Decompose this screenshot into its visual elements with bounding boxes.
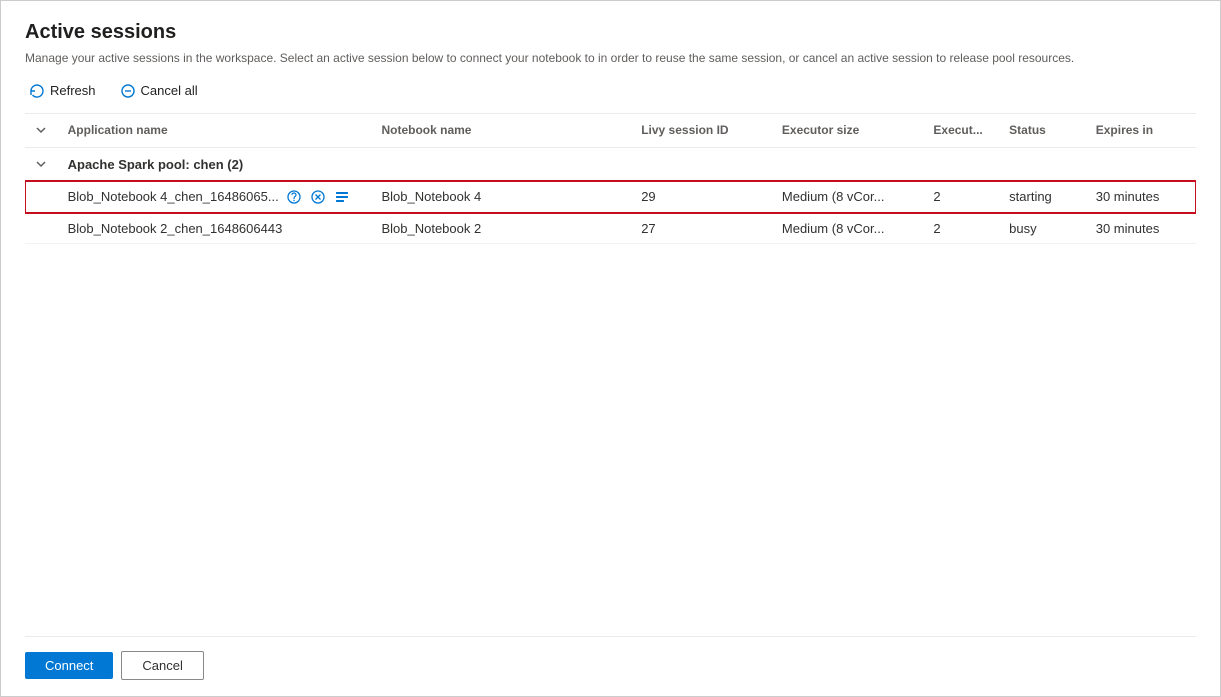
chevron-down-icon: [35, 158, 47, 170]
row1-appname: Blob_Notebook 4_chen_16486065...: [68, 189, 279, 204]
row1-livy: 29: [633, 181, 774, 214]
header-chevron-icon[interactable]: [33, 122, 49, 138]
row2-livy: 27: [633, 213, 774, 243]
row2-executor-size: Medium (8 vCor...: [774, 213, 926, 243]
group-row: Apache Spark pool: chen (2): [25, 147, 1196, 181]
refresh-label: Refresh: [50, 83, 96, 98]
col-header-status: Status: [1001, 114, 1088, 148]
row1-executor-count: 2: [925, 181, 1001, 214]
col-header-executor-size: Executor size: [774, 114, 926, 148]
col-header-appname: Application name: [60, 114, 374, 148]
dialog-title: Active sessions: [25, 21, 1196, 44]
details-icon-svg: [334, 189, 350, 205]
table-row[interactable]: Blob_Notebook 4_chen_16486065...: [25, 181, 1196, 214]
row1-appname-cell: Blob_Notebook 4_chen_16486065...: [60, 181, 374, 214]
row1-chevron-cell: [25, 181, 60, 214]
row2-expires: 30 minutes: [1088, 213, 1196, 243]
row2-chevron-cell: [25, 213, 60, 243]
group-chevron-icon[interactable]: [33, 156, 49, 172]
connect-button[interactable]: Connect: [25, 652, 113, 679]
connect-icon-svg: [286, 189, 302, 205]
col-header-executor-count: Execut...: [925, 114, 1001, 148]
row1-cancel-icon[interactable]: [309, 188, 327, 206]
row2-appname-container: Blob_Notebook 2_chen_1648606443: [68, 221, 366, 236]
dialog-description: Manage your active sessions in the works…: [25, 50, 1196, 67]
row2-appname: Blob_Notebook 2_chen_1648606443: [68, 221, 283, 236]
dialog-footer: Connect Cancel: [25, 636, 1196, 696]
row2-executor-count: 2: [925, 213, 1001, 243]
group-name: Apache Spark pool: chen (2): [68, 157, 244, 172]
table-header-row: Application name Notebook name Livy sess…: [25, 114, 1196, 148]
col-header-expires: Expires in: [1088, 114, 1196, 148]
col-header-notebook: Notebook name: [373, 114, 633, 148]
row1-notebook: Blob_Notebook 4: [373, 181, 633, 214]
row1-status: starting: [1001, 181, 1088, 214]
cancel-all-button[interactable]: Cancel all: [116, 81, 202, 101]
row1-details-icon[interactable]: [333, 188, 351, 206]
row1-appname-container: Blob_Notebook 4_chen_16486065...: [68, 188, 366, 206]
row2-appname-cell: Blob_Notebook 2_chen_1648606443: [60, 213, 374, 243]
table-row[interactable]: Blob_Notebook 2_chen_1648606443 Blob_Not…: [25, 213, 1196, 243]
row1-connect-icon[interactable]: [285, 188, 303, 206]
refresh-button[interactable]: Refresh: [25, 81, 100, 101]
cancel-icon-svg: [310, 189, 326, 205]
row1-executor-size: Medium (8 vCor...: [774, 181, 926, 214]
sessions-table: Application name Notebook name Livy sess…: [25, 114, 1196, 244]
group-chevron-cell: [25, 147, 60, 181]
row2-notebook: Blob_Notebook 2: [373, 213, 633, 243]
col-header-livy: Livy session ID: [633, 114, 774, 148]
row1-expires: 30 minutes: [1088, 181, 1196, 214]
table-container: Application name Notebook name Livy sess…: [25, 114, 1196, 636]
chevron-down-icon: [35, 124, 47, 136]
active-sessions-dialog: Active sessions Manage your active sessi…: [0, 0, 1221, 697]
cancel-all-label: Cancel all: [141, 83, 198, 98]
cancel-button[interactable]: Cancel: [121, 651, 203, 680]
refresh-icon: [29, 83, 45, 99]
cancel-all-icon: [120, 83, 136, 99]
toolbar: Refresh Cancel all: [25, 81, 1196, 101]
group-name-cell: Apache Spark pool: chen (2): [60, 147, 1196, 181]
col-header-chevron: [25, 114, 60, 148]
row2-status: busy: [1001, 213, 1088, 243]
